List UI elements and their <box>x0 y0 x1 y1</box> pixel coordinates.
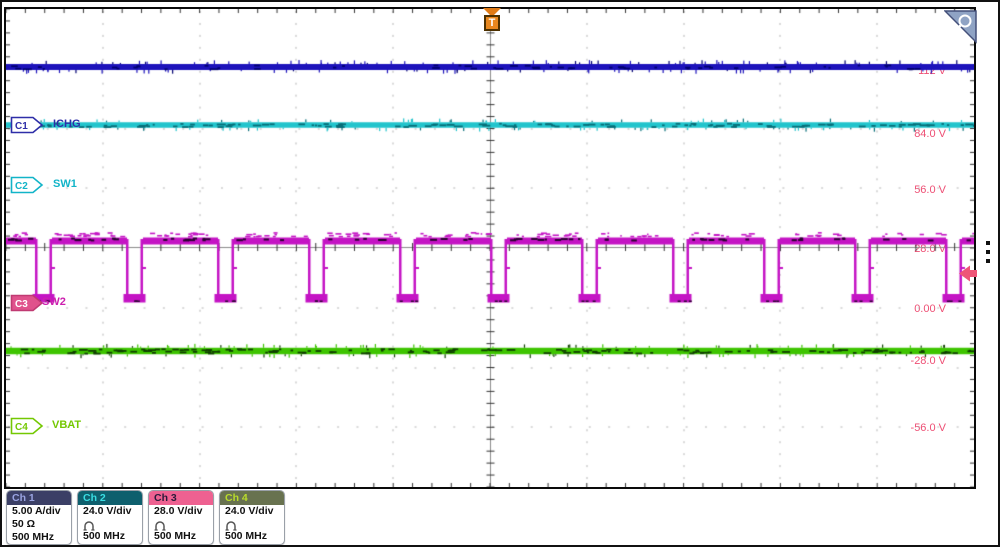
oscilloscope-screen: 112 V 84.0 V 56.0 V 28.0 V 0.00 V -28.0 … <box>0 0 1000 547</box>
channel4-scale: 24.0 V/div <box>225 505 274 517</box>
channel3-badge-label: C3 <box>15 299 28 310</box>
trigger-marker-t-icon: T <box>484 15 500 31</box>
channel1-bandwidth: 500 MHz <box>12 531 55 543</box>
channel4-bandwidth: 500 MHz <box>225 530 268 542</box>
channel2-badge-title: Ch 2 <box>78 491 142 505</box>
channel2-name-label: SW1 <box>53 178 77 190</box>
channel1-badge-title: Ch 1 <box>7 491 71 505</box>
bottom-badge-bar: Ch 1 5.00 A/div 50 Ω 500 MHz Ch 2 24.0 V… <box>2 489 998 545</box>
channel2-position-badge[interactable]: C2 <box>10 176 44 194</box>
channel4-badge[interactable]: Ch 4 24.0 V/div 500 MHz <box>219 490 285 545</box>
trigger-position-marker[interactable]: T <box>481 8 503 38</box>
channel4-badge-label: C4 <box>15 422 28 433</box>
waveform-display[interactable] <box>6 9 974 487</box>
channel1-scale: 5.00 A/div <box>12 505 61 517</box>
channel1-badge[interactable]: Ch 1 5.00 A/div 50 Ω 500 MHz <box>6 490 72 545</box>
channel3-bandwidth: 500 MHz <box>154 530 197 542</box>
trigger-level-arrow-icon[interactable] <box>959 265 978 282</box>
waveform-graticule: 112 V 84.0 V 56.0 V 28.0 V 0.00 V -28.0 … <box>4 7 976 489</box>
channel2-badge[interactable]: Ch 2 24.0 V/div 500 MHz <box>77 490 143 545</box>
right-handle-dots-icon[interactable] <box>986 241 991 268</box>
channel2-scale: 24.0 V/div <box>83 505 132 517</box>
channel4-badge-title: Ch 4 <box>220 491 284 505</box>
channel1-badge-label: C1 <box>15 121 28 132</box>
channel4-position-badge[interactable]: C4 <box>10 417 44 435</box>
channel3-scale: 28.0 V/div <box>154 505 203 517</box>
channel2-bandwidth: 500 MHz <box>83 530 126 542</box>
channel3-badge[interactable]: Ch 3 28.0 V/div 500 MHz <box>148 490 214 545</box>
channel1-position-badge[interactable]: C1 <box>10 116 44 134</box>
channel3-name-label: SW2 <box>42 296 66 308</box>
channel4-name-label: VBAT <box>52 419 82 431</box>
channel3-position-badge[interactable]: C3 <box>10 294 44 312</box>
zoom-corner-button[interactable] <box>944 10 977 44</box>
channel3-badge-title: Ch 3 <box>149 491 213 505</box>
channel2-badge-label: C2 <box>15 181 28 192</box>
channel1-name-label: ICHG <box>53 118 81 130</box>
channel1-impedance: 50 Ω <box>12 518 36 530</box>
